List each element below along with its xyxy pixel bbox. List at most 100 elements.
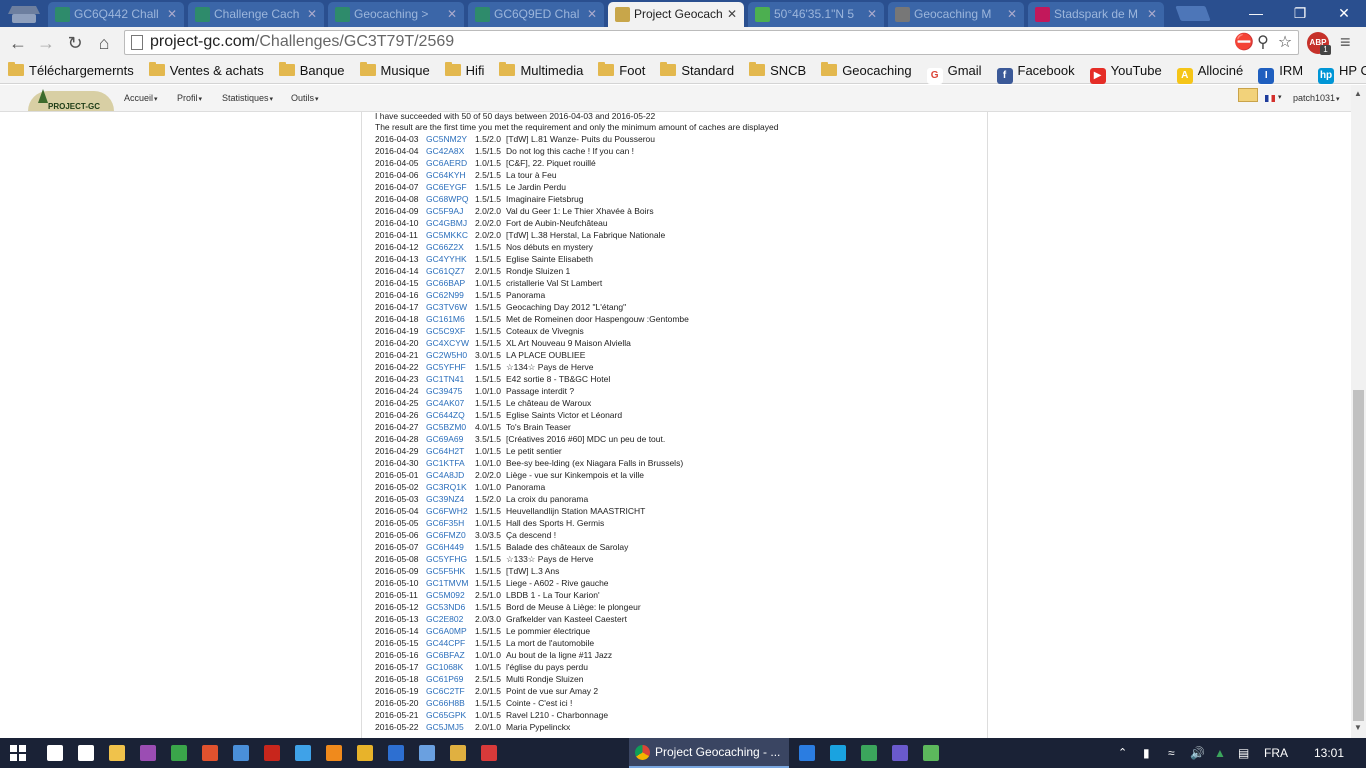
cache-code-link[interactable]: GC4AK07 xyxy=(426,397,464,409)
cache-code-link[interactable]: GC3RQ1K xyxy=(426,481,467,493)
back-icon[interactable]: ← xyxy=(6,31,30,55)
bookmark-irm[interactable]: I IRM xyxy=(1258,62,1303,84)
tab-2[interactable]: Challenge Cach ✕ xyxy=(188,2,324,27)
address-bar[interactable]: project-gc.com/Challenges/GC3T79T/2569 ⛔… xyxy=(124,30,1299,55)
cache-code-link[interactable]: GC6AERD xyxy=(426,157,467,169)
bookmark-sncb[interactable]: SNCB xyxy=(749,62,806,80)
menu-profil[interactable]: Profil xyxy=(177,93,202,103)
cache-code-link[interactable]: GC5F9AJ xyxy=(426,205,463,217)
reload-icon[interactable]: ↻ xyxy=(63,31,87,55)
cache-code-link[interactable]: GC4GBMJ xyxy=(426,217,467,229)
volume-icon[interactable]: 🔊 xyxy=(1190,738,1205,768)
file-explorer-icon[interactable] xyxy=(109,745,125,761)
tab-close-icon[interactable]: ✕ xyxy=(1147,2,1157,26)
new-tab-button[interactable] xyxy=(1175,6,1211,21)
search-icon[interactable] xyxy=(47,745,63,761)
battery-icon[interactable]: ▮ xyxy=(1143,738,1150,768)
bookmark-multimedia[interactable]: Multimedia xyxy=(499,62,583,80)
close-window-button[interactable]: ✕ xyxy=(1322,0,1366,26)
cache-code-link[interactable]: GC62N99 xyxy=(426,289,464,301)
user-menu[interactable]: patch1031 xyxy=(1293,93,1340,103)
taskbar-app-chrome[interactable]: Project Geocaching - ... xyxy=(629,738,789,768)
tab-3[interactable]: Geocaching > ✕ xyxy=(328,2,464,27)
clock[interactable]: 13:01 xyxy=(1314,738,1344,768)
cache-code-link[interactable]: GC6H449 xyxy=(426,541,464,553)
cache-code-link[interactable]: GC5NM2Y xyxy=(426,133,467,145)
tab-close-icon[interactable]: ✕ xyxy=(307,2,317,26)
scrollbar-thumb[interactable] xyxy=(1353,390,1364,721)
tab-7[interactable]: Geocaching M ✕ xyxy=(888,2,1024,27)
bookmark-standard[interactable]: Standard xyxy=(660,62,734,80)
tab-close-icon[interactable]: ✕ xyxy=(867,2,877,26)
user-avatar-icon[interactable] xyxy=(4,0,44,26)
cache-code-link[interactable]: GC5YFHF xyxy=(426,361,466,373)
cache-code-link[interactable]: GC6F35H xyxy=(426,517,464,529)
menu-accueil[interactable]: Accueil xyxy=(124,93,158,103)
notifications-icon[interactable]: ▤ xyxy=(1238,738,1249,768)
drive-icon[interactable] xyxy=(861,745,877,761)
tab-4[interactable]: GC6Q9ED Chal ✕ xyxy=(468,2,604,27)
cache-code-link[interactable]: GC66BAP xyxy=(426,277,465,289)
cache-code-link[interactable]: GC66H8B xyxy=(426,697,465,709)
skype-icon[interactable] xyxy=(830,745,846,761)
cache-code-link[interactable]: GC42A8X xyxy=(426,145,464,157)
cache-code-link[interactable]: GC6BFAZ xyxy=(426,649,465,661)
cache-code-link[interactable]: GC6EYGF xyxy=(426,181,467,193)
bookmark-star-icon[interactable]: ☆ xyxy=(1276,34,1294,52)
photos-icon[interactable] xyxy=(233,745,249,761)
cache-code-link[interactable]: GC66Z2X xyxy=(426,241,464,253)
cache-code-link[interactable]: GC53ND6 xyxy=(426,601,465,613)
cache-code-link[interactable]: GC6FWH2 xyxy=(426,505,468,517)
scroll-up-icon[interactable]: ▲ xyxy=(1354,89,1362,98)
tab-6[interactable]: 50°46'35.1"N 5 ✕ xyxy=(748,2,884,27)
french-flag-icon[interactable] xyxy=(1265,95,1275,102)
tab-close-icon[interactable]: ✕ xyxy=(587,2,597,26)
app-v-icon[interactable] xyxy=(450,745,466,761)
cache-code-link[interactable]: GC3TV6W xyxy=(426,301,467,313)
cache-code-link[interactable]: GC65GPK xyxy=(426,709,466,721)
drive-tray-icon[interactable]: ▲ xyxy=(1214,738,1226,768)
app-green-icon[interactable] xyxy=(171,745,187,761)
bookmark-banque[interactable]: Banque xyxy=(278,62,345,80)
winrar-icon[interactable] xyxy=(140,745,156,761)
app-blue-icon[interactable] xyxy=(388,745,404,761)
menu-statistiques[interactable]: Statistiques xyxy=(222,93,273,103)
minimize-button[interactable]: — xyxy=(1234,0,1278,26)
tab-close-icon[interactable]: ✕ xyxy=(167,2,177,26)
cache-code-link[interactable]: GC6A0MP xyxy=(426,625,467,637)
cache-code-link[interactable]: GC4XCYW xyxy=(426,337,469,349)
tab-5[interactable]: Project Geocach ✕ xyxy=(608,2,744,27)
page-scrollbar[interactable]: ▲ ▼ xyxy=(1351,85,1366,738)
bookmark-ventes-achats[interactable]: Ventes & achats xyxy=(148,62,264,80)
restore-button[interactable]: ❐ xyxy=(1278,0,1322,26)
language-indicator[interactable]: FRA xyxy=(1264,738,1288,768)
blocked-content-icon[interactable]: ⛔ xyxy=(1234,34,1254,52)
start-button-icon[interactable] xyxy=(10,745,26,761)
download-icon[interactable] xyxy=(892,745,908,761)
project-gc-logo[interactable]: PROJECT-GC xyxy=(28,85,114,112)
bookmark-foot[interactable]: Foot xyxy=(598,62,645,80)
home-icon[interactable]: ⌂ xyxy=(92,31,116,55)
tab-close-icon[interactable]: ✕ xyxy=(447,2,457,26)
cache-code-link[interactable]: GC5JMJ5 xyxy=(426,721,464,733)
cache-code-link[interactable]: GC2E802 xyxy=(426,613,463,625)
cache-code-link[interactable]: GC1068K xyxy=(426,661,463,673)
cache-code-link[interactable]: GC5F5HK xyxy=(426,565,465,577)
bookmark-hifi[interactable]: Hifi xyxy=(444,62,484,80)
cache-code-link[interactable]: GC61P69 xyxy=(426,673,463,685)
utorrent-icon[interactable] xyxy=(923,745,939,761)
cache-code-link[interactable]: GC161M6 xyxy=(426,313,465,325)
cache-code-link[interactable]: GC61QZ7 xyxy=(426,265,465,277)
bookmark-musique[interactable]: Musique xyxy=(359,62,430,80)
cache-code-link[interactable]: GC6C2TF xyxy=(426,685,465,697)
cache-code-link[interactable]: GC6FMZ0 xyxy=(426,529,466,541)
menu-outils[interactable]: Outils xyxy=(291,93,319,103)
cache-code-link[interactable]: GC1TN41 xyxy=(426,373,464,385)
firefox-icon[interactable] xyxy=(295,745,311,761)
cache-code-link[interactable]: GC39NZ4 xyxy=(426,493,464,505)
bookmark-t-l-chargemernts[interactable]: Téléchargemernts xyxy=(8,62,134,80)
cache-code-link[interactable]: GC44CPF xyxy=(426,637,465,649)
page-info-icon[interactable] xyxy=(131,35,143,50)
cache-code-link[interactable]: GC69A69 xyxy=(426,433,463,445)
bookmark-facebook[interactable]: f Facebook xyxy=(996,62,1075,84)
